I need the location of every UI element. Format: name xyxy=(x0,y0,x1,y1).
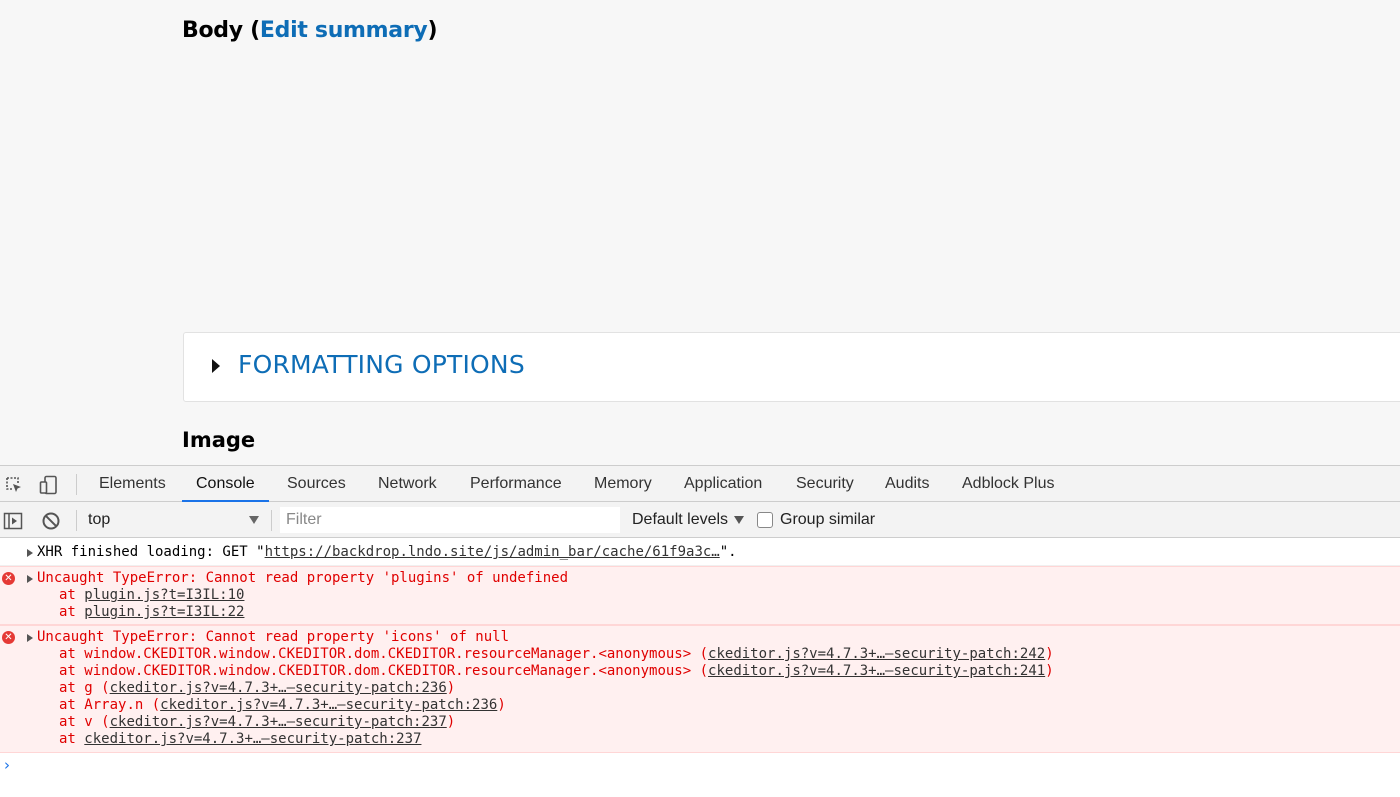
stack-close: ) xyxy=(497,697,506,713)
stack-frame: at v (ckeditor.js?v=4.7.3+…–security-pat… xyxy=(59,714,455,731)
stack-function: window.CKEDITOR.window.CKEDITOR.dom.CKED… xyxy=(84,646,709,662)
console-message-xhr: XHR finished loading: GET "https://backd… xyxy=(0,538,1400,566)
stack-close: ) xyxy=(446,680,456,696)
edit-summary-link[interactable]: Edit summary xyxy=(260,18,428,43)
stack-link[interactable]: ckeditor.js?v=4.7.3+…–security-patch:237 xyxy=(110,714,447,730)
error-message: Uncaught TypeError: Cannot read property… xyxy=(37,629,510,645)
stack-frame: at plugin.js?t=I3IL:22 xyxy=(59,604,244,621)
stack-at: at xyxy=(59,587,85,603)
inspect-element-icon[interactable] xyxy=(4,475,24,495)
stack-at: at xyxy=(59,714,85,730)
stack-function: g ( xyxy=(84,680,110,696)
expand-triangle-icon[interactable] xyxy=(27,549,33,557)
stack-frame: at plugin.js?t=I3IL:10 xyxy=(59,587,244,604)
stack-link[interactable]: ckeditor.js?v=4.7.3+…–security-patch:236 xyxy=(110,680,447,696)
devtools-tabbar: Elements Console Sources Network Perform… xyxy=(0,465,1400,502)
image-field-heading: Image xyxy=(182,428,256,452)
dropdown-arrow-icon[interactable] xyxy=(734,516,744,524)
body-label: Body xyxy=(182,18,243,43)
stack-link[interactable]: plugin.js?t=I3IL:22 xyxy=(84,604,244,620)
stack-link[interactable]: plugin.js?t=I3IL:10 xyxy=(84,587,244,603)
toolbar-separator xyxy=(76,510,77,531)
stack-close: ) xyxy=(1045,646,1054,662)
stack-at: at xyxy=(59,663,85,679)
log-levels-dropdown[interactable]: Default levels xyxy=(632,502,728,538)
formatting-options-toggle[interactable]: FORMATTING OPTIONS xyxy=(238,350,525,379)
console-error-plugins: ✕ Uncaught TypeError: Cannot read proper… xyxy=(0,566,1400,625)
tab-memory[interactable]: Memory xyxy=(594,466,652,502)
expand-triangle-icon[interactable] xyxy=(27,575,33,583)
devtools-panel: Elements Console Sources Network Perform… xyxy=(0,465,1400,797)
context-selector[interactable]: top xyxy=(88,502,264,538)
stack-link[interactable]: ckeditor.js?v=4.7.3+…–security-patch:236 xyxy=(160,697,497,713)
device-toolbar-icon[interactable] xyxy=(39,475,59,495)
tab-performance[interactable]: Performance xyxy=(470,466,562,502)
group-similar-checkbox[interactable] xyxy=(757,512,773,528)
stack-frame: at window.CKEDITOR.window.CKEDITOR.dom.C… xyxy=(59,646,1054,663)
stack-at: at xyxy=(59,680,85,696)
stack-frame: at ckeditor.js?v=4.7.3+…–security-patch:… xyxy=(59,731,421,748)
stack-at: at xyxy=(59,697,85,713)
console-error-icons: ✕ Uncaught TypeError: Cannot read proper… xyxy=(0,625,1400,753)
xhr-suffix: ". xyxy=(719,544,737,560)
stack-link[interactable]: ckeditor.js?v=4.7.3+…–security-patch:237 xyxy=(84,731,421,747)
show-sidebar-icon[interactable] xyxy=(3,511,23,531)
collapse-triangle-icon[interactable] xyxy=(212,359,220,373)
console-toolbar: top Default levels Group similar xyxy=(0,502,1400,538)
stack-frame: at window.CKEDITOR.window.CKEDITOR.dom.C… xyxy=(59,663,1054,680)
error-message: Uncaught TypeError: Cannot read property… xyxy=(37,570,569,586)
clear-console-icon[interactable] xyxy=(41,511,61,531)
dropdown-arrow-icon[interactable] xyxy=(249,516,259,524)
stack-frame: at g (ckeditor.js?v=4.7.3+…–security-pat… xyxy=(59,680,455,697)
tab-network[interactable]: Network xyxy=(378,466,437,502)
tab-audits[interactable]: Audits xyxy=(885,466,929,502)
stack-frame: at Array.n (ckeditor.js?v=4.7.3+…–securi… xyxy=(59,697,506,714)
prompt-icon[interactable]: › xyxy=(4,756,10,774)
tab-security[interactable]: Security xyxy=(796,466,854,502)
stack-close: ) xyxy=(446,714,456,730)
stack-function: window.CKEDITOR.window.CKEDITOR.dom.CKED… xyxy=(84,663,709,679)
tab-application[interactable]: Application xyxy=(684,466,762,502)
body-field-heading: Body (Edit summary) xyxy=(182,18,438,43)
formatting-options-fieldset[interactable]: FORMATTING OPTIONS xyxy=(183,332,1400,402)
filter-input[interactable] xyxy=(280,507,620,533)
xhr-message: XHR finished loading: GET "https://backd… xyxy=(37,544,737,561)
xhr-prefix: XHR finished loading: GET " xyxy=(37,544,265,560)
tab-adblock-plus[interactable]: Adblock Plus xyxy=(962,466,1055,502)
open-paren: ( xyxy=(250,18,260,43)
toolbar-separator xyxy=(271,510,272,531)
console-output: XHR finished loading: GET "https://backd… xyxy=(0,538,1400,797)
tab-console[interactable]: Console xyxy=(182,466,269,502)
stack-close: ) xyxy=(1045,663,1054,679)
group-similar-label[interactable]: Group similar xyxy=(780,502,875,538)
error-icon: ✕ xyxy=(2,631,15,644)
tab-sources[interactable]: Sources xyxy=(287,466,346,502)
close-paren: ) xyxy=(427,18,438,43)
tabbar-separator xyxy=(76,474,77,495)
stack-at: at xyxy=(59,646,85,662)
page-content: Body (Edit summary) FORMATTING OPTIONS I… xyxy=(0,0,1400,465)
stack-link[interactable]: ckeditor.js?v=4.7.3+…–security-patch:242 xyxy=(708,646,1045,662)
xhr-url-link[interactable]: https://backdrop.lndo.site/js/admin_bar/… xyxy=(265,544,720,560)
error-icon: ✕ xyxy=(2,572,15,585)
stack-at: at xyxy=(59,731,85,747)
stack-link[interactable]: ckeditor.js?v=4.7.3+…–security-patch:241 xyxy=(708,663,1045,679)
tab-elements[interactable]: Elements xyxy=(99,466,166,502)
stack-function: v ( xyxy=(84,714,110,730)
expand-triangle-icon[interactable] xyxy=(27,634,33,642)
stack-function: Array.n ( xyxy=(84,697,161,713)
stack-at: at xyxy=(59,604,85,620)
